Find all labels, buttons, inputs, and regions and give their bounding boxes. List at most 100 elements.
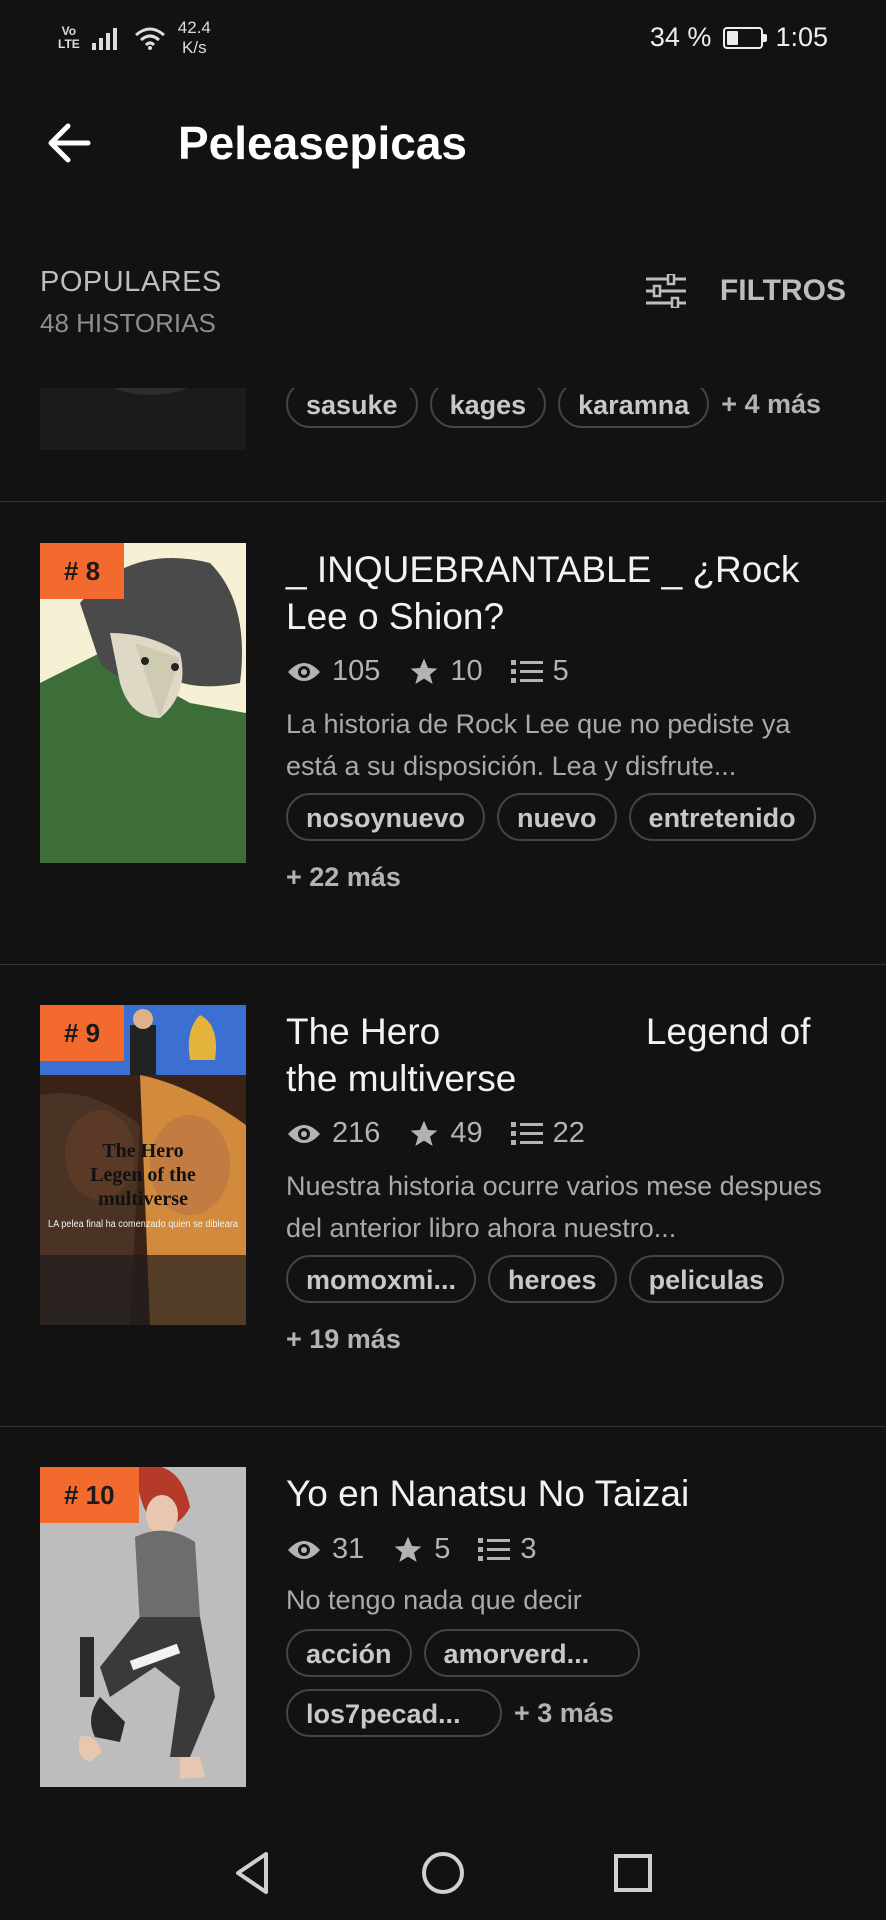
story-cover bbox=[40, 388, 246, 450]
system-nav-bar bbox=[0, 1820, 886, 1920]
votes-stat: 49 bbox=[408, 1117, 483, 1150]
story-item[interactable]: # 8 _ INQUEBRANTABLE _ ¿Rock Lee o Shion… bbox=[0, 543, 886, 892]
tag-chip[interactable]: los7pecad... bbox=[286, 1689, 502, 1737]
story-item[interactable]: The Hero Legen of the multiverse LA pele… bbox=[0, 1005, 886, 1354]
story-stats: 216 49 22 bbox=[286, 1117, 613, 1150]
nav-back-icon[interactable] bbox=[228, 1848, 278, 1898]
filters-button[interactable]: FILTROS bbox=[645, 274, 846, 308]
story-stats: 31 5 3 bbox=[286, 1533, 565, 1566]
tag-chip[interactable]: peliculas bbox=[628, 1255, 785, 1303]
more-tags[interactable]: + 4 más bbox=[721, 388, 821, 428]
cover-art bbox=[40, 388, 246, 450]
network-bottom-label: LTE bbox=[58, 37, 80, 51]
views-count: 105 bbox=[332, 655, 381, 687]
list-icon bbox=[478, 1537, 511, 1561]
views-count: 31 bbox=[332, 1533, 365, 1565]
votes-stat: 10 bbox=[408, 655, 483, 688]
tag-row: nosoynuevo nuevo entretenido bbox=[286, 793, 856, 841]
status-right: 34 % 1:05 bbox=[650, 22, 828, 53]
story-item[interactable]: # 10 Yo en Nanatsu No Taizai 31 5 3 No t… bbox=[0, 1467, 886, 1797]
story-cover: # 10 bbox=[40, 1467, 246, 1787]
story-count: 48 HISTORIAS bbox=[40, 308, 216, 338]
tag-row: momoxmi... heroes peliculas bbox=[286, 1255, 856, 1303]
star-icon bbox=[411, 658, 438, 684]
views-stat: 216 bbox=[286, 1117, 380, 1150]
list-item-partial[interactable]: sasuke kages karamna + 4 más bbox=[0, 388, 886, 500]
parts-count: 5 bbox=[552, 655, 569, 687]
tag-chip[interactable]: kages bbox=[429, 388, 547, 428]
tag-chip[interactable]: karamna bbox=[558, 388, 710, 428]
story-title[interactable]: Yo en Nanatsu No Taizai bbox=[286, 1470, 846, 1517]
tag-chip[interactable]: nuevo bbox=[497, 793, 617, 841]
parts-count: 3 bbox=[520, 1533, 537, 1565]
cover-title-line3: multiverse bbox=[98, 1188, 188, 1210]
list-icon bbox=[510, 659, 543, 683]
parts-stat: 22 bbox=[510, 1117, 585, 1150]
views-stat: 105 bbox=[286, 655, 380, 688]
divider bbox=[0, 501, 886, 502]
tag-row: sasuke kages karamna + 4 más bbox=[286, 388, 856, 428]
list-icon bbox=[510, 1121, 543, 1145]
volte-indicator: Vo LTE bbox=[58, 25, 80, 51]
more-tags[interactable]: + 3 más bbox=[514, 1689, 614, 1737]
rank-badge: # 9 bbox=[40, 1005, 125, 1061]
story-cover: The Hero Legen of the multiverse LA pele… bbox=[40, 1005, 246, 1325]
app-bar: Peleasepicas bbox=[0, 80, 886, 210]
cover-subtitle: LA pelea final ha comenzado quien se dib… bbox=[48, 1219, 238, 1230]
eye-icon bbox=[288, 662, 320, 681]
signal-icon bbox=[91, 28, 117, 50]
back-arrow-icon[interactable] bbox=[42, 118, 98, 168]
speed-unit: K/s bbox=[182, 38, 207, 57]
tag-chip[interactable]: amorverd... bbox=[423, 1629, 640, 1677]
status-left: Vo LTE 42.4 K/s bbox=[58, 18, 211, 58]
parts-count: 22 bbox=[552, 1117, 585, 1149]
eye-icon bbox=[288, 1124, 320, 1143]
story-description: No tengo nada que decir bbox=[286, 1585, 582, 1615]
tag-chip[interactable]: momoxmi... bbox=[286, 1255, 477, 1303]
battery-percent: 34 % bbox=[649, 22, 712, 52]
tag-chip[interactable]: sasuke bbox=[286, 388, 418, 428]
story-cover: # 8 bbox=[40, 543, 246, 863]
rank-badge: # 8 bbox=[40, 543, 125, 599]
more-tags[interactable]: + 19 más bbox=[286, 1315, 401, 1363]
filter-sliders-icon bbox=[645, 274, 686, 308]
page-title: Peleasepicas bbox=[178, 117, 468, 169]
votes-stat: 5 bbox=[392, 1533, 450, 1566]
views-stat: 31 bbox=[286, 1533, 364, 1566]
eye-icon bbox=[288, 1540, 320, 1559]
cover-title-line2: Legen of the bbox=[90, 1164, 196, 1186]
story-title[interactable]: _ INQUEBRANTABLE _ ¿Rock Lee o Shion? bbox=[286, 546, 846, 640]
votes-count: 49 bbox=[450, 1117, 483, 1149]
nav-recents-icon[interactable] bbox=[608, 1848, 658, 1898]
views-count: 216 bbox=[332, 1117, 381, 1149]
cover-title-line1: The Hero bbox=[102, 1140, 183, 1162]
tag-row: acción amorverd... los7pecad... + 3 más bbox=[286, 1629, 666, 1737]
star-icon bbox=[394, 1536, 422, 1562]
star-icon bbox=[411, 1120, 438, 1146]
nav-home-icon[interactable] bbox=[418, 1848, 468, 1898]
tag-chip[interactable]: acción bbox=[286, 1629, 412, 1677]
rank-badge: # 10 bbox=[40, 1467, 139, 1523]
votes-count: 5 bbox=[434, 1533, 451, 1565]
battery-icon bbox=[723, 26, 768, 49]
clock: 1:05 bbox=[775, 22, 828, 52]
tag-chip[interactable]: entretenido bbox=[628, 793, 816, 841]
more-tags[interactable]: + 22 más bbox=[286, 853, 401, 901]
tag-chip[interactable]: nosoynuevo bbox=[286, 793, 486, 841]
story-list[interactable]: sasuke kages karamna + 4 más # 8 _ INQUE… bbox=[0, 388, 886, 1798]
network-speed: 42.4 K/s bbox=[178, 18, 211, 58]
divider bbox=[0, 964, 886, 965]
parts-stat: 3 bbox=[478, 1533, 537, 1566]
story-description: Nuestra historia ocurre varios mese desp… bbox=[286, 1171, 822, 1243]
story-title[interactable]: The Hero Legend of the multiverse bbox=[286, 1008, 846, 1102]
status-bar: Vo LTE 42.4 K/s 34 % 1:05 bbox=[0, 0, 886, 78]
sort-label[interactable]: POPULARES bbox=[40, 266, 222, 299]
story-stats: 105 10 5 bbox=[286, 655, 597, 688]
divider bbox=[0, 1426, 886, 1427]
wifi-icon bbox=[134, 27, 165, 50]
story-description: La historia de Rock Lee que no pediste y… bbox=[286, 709, 791, 781]
tag-chip[interactable]: heroes bbox=[488, 1255, 617, 1303]
speed-value: 42.4 bbox=[177, 18, 211, 37]
sort-header: POPULARES 48 HISTORIAS FILTROS bbox=[0, 250, 886, 360]
parts-stat: 5 bbox=[510, 655, 569, 688]
